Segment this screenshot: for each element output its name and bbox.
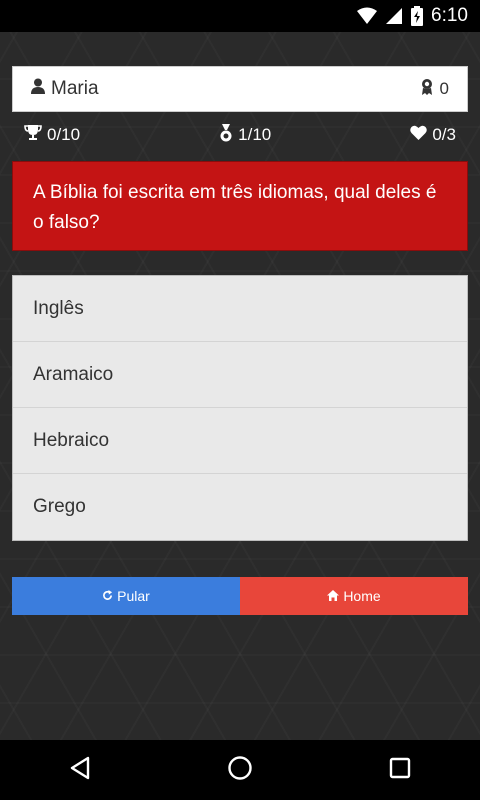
status-bar: 6:10 bbox=[0, 0, 480, 32]
medal-icon bbox=[219, 123, 233, 147]
back-icon bbox=[69, 756, 91, 785]
lives-count: 0/3 bbox=[432, 125, 456, 144]
user-score: 0 bbox=[439, 79, 449, 98]
home-button[interactable]: Home bbox=[240, 577, 468, 615]
answer-option[interactable]: Hebraico bbox=[13, 408, 467, 474]
navigation-bar bbox=[0, 740, 480, 800]
back-button[interactable] bbox=[50, 740, 110, 800]
home-nav-button[interactable] bbox=[210, 740, 270, 800]
circle-home-icon bbox=[227, 755, 253, 786]
answer-option[interactable]: Aramaico bbox=[13, 342, 467, 408]
question-text: A Bíblia foi escrita em três idiomas, qu… bbox=[33, 182, 437, 233]
user-bar: Maria 0 bbox=[12, 66, 468, 112]
answers-list: Inglês Aramaico Hebraico Grego bbox=[12, 275, 468, 541]
action-bar: Pular Home bbox=[12, 577, 468, 615]
battery-charging-icon bbox=[411, 6, 424, 26]
skip-button[interactable]: Pular bbox=[12, 577, 240, 615]
question-card: A Bíblia foi escrita em três idiomas, qu… bbox=[12, 161, 468, 251]
refresh-icon bbox=[102, 588, 113, 604]
status-time: 6:10 bbox=[431, 5, 468, 26]
user-icon bbox=[31, 78, 45, 100]
trophy-icon bbox=[24, 124, 42, 146]
answer-option[interactable]: Grego bbox=[13, 474, 467, 540]
round-count: 1/10 bbox=[238, 125, 272, 144]
home-label: Home bbox=[343, 588, 381, 604]
recents-button[interactable] bbox=[370, 740, 430, 800]
stats-row: 0/10 1/10 0/3 bbox=[24, 123, 456, 147]
award-icon bbox=[420, 78, 434, 101]
skip-label: Pular bbox=[117, 588, 150, 604]
home-icon bbox=[327, 588, 340, 604]
trophies-count: 0/10 bbox=[47, 125, 81, 144]
square-recents-icon bbox=[389, 757, 411, 784]
wifi-icon bbox=[357, 7, 378, 25]
heart-icon bbox=[410, 125, 428, 145]
answer-option[interactable]: Inglês bbox=[13, 276, 467, 342]
user-name: Maria bbox=[51, 78, 99, 99]
signal-icon bbox=[385, 7, 403, 25]
